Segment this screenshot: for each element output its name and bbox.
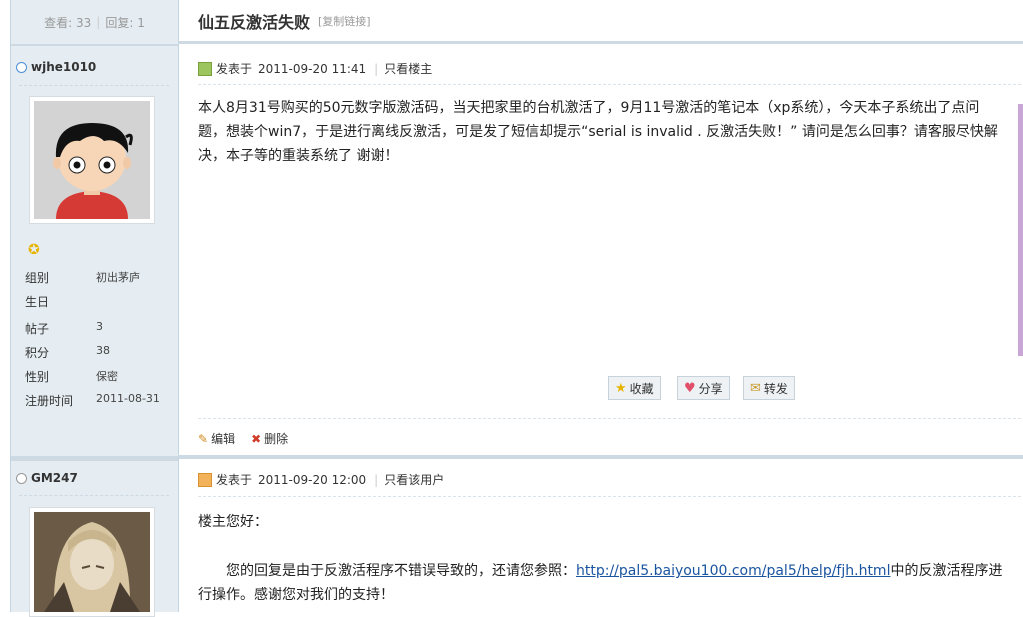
thread-header: 仙五反激活失败 [复制链接] <box>178 0 1023 44</box>
post2-meta: 发表于 2011-09-20 12:00 | 只看该用户 <box>198 471 444 488</box>
copy-link-button[interactable]: [复制链接] <box>318 13 371 29</box>
forward-button[interactable]: ✉ 转发 <box>743 376 795 400</box>
view-count: 查看: 33 <box>44 15 92 30</box>
post2-author[interactable]: GM247 <box>16 471 78 485</box>
side-banner-strip <box>1018 104 1023 356</box>
online-status-icon <box>16 61 27 73</box>
favorite-button[interactable]: ★ 收藏 <box>608 376 661 400</box>
delete-button[interactable]: ✖ 删除 <box>251 430 288 447</box>
delete-label: 删除 <box>264 432 289 446</box>
post-divider <box>198 418 1021 419</box>
post1-avatar[interactable] <box>29 96 155 224</box>
profile-label: 生日 <box>25 295 50 309</box>
edit-label: 编辑 <box>211 432 236 446</box>
posted-label: 发表于 <box>216 62 253 76</box>
profile-value: 2011-08-31 <box>96 392 160 405</box>
share-button[interactable]: ♥ 分享 <box>677 376 730 400</box>
profile-row-points: 积分 38 <box>25 344 110 361</box>
favorite-label: 收藏 <box>629 381 654 396</box>
only-op-link[interactable]: 只看楼主 <box>384 60 432 77</box>
profile-row-group: 组别 初出茅庐 <box>25 269 140 286</box>
share-heart-icon: ♥ <box>684 380 696 396</box>
meta-separator: | <box>374 472 379 487</box>
post-icon <box>198 472 212 487</box>
author-divider <box>19 85 169 86</box>
posted-label: 发表于 <box>216 473 253 487</box>
profile-label: 注册时间 <box>25 394 74 408</box>
profile-value[interactable]: 初出茅庐 <box>96 269 140 286</box>
avatar-anime-image <box>34 512 150 612</box>
profile-row-gender: 性别 保密 <box>25 368 118 385</box>
forward-mail-icon: ✉ <box>750 380 761 396</box>
profile-label: 组别 <box>25 271 50 285</box>
stats-separator: | <box>96 15 101 29</box>
post1-body: 本人8月31号购买的50元数字版激活码，当天把家里的台机激活了，9月11号激活的… <box>198 100 998 164</box>
author-divider <box>19 495 169 496</box>
edit-button[interactable]: ✎ 编辑 <box>198 430 235 447</box>
profile-row-regdate: 注册时间 2011-08-31 <box>25 392 160 409</box>
post-separator <box>11 456 178 461</box>
post-divider <box>198 496 1021 497</box>
reply-count: 回复: 1 <box>105 15 145 30</box>
profile-label: 积分 <box>25 346 50 360</box>
help-link[interactable]: http://pal5.baiyou100.com/pal5/help/fjh.… <box>576 563 890 579</box>
post1-meta: 发表于 2011-09-20 11:41 | 只看楼主 <box>198 60 432 77</box>
profile-row-birthday: 生日 <box>25 293 96 310</box>
post1-author[interactable]: wjhe1010 <box>16 60 96 74</box>
thread-stats: 查看: 33 | 回复: 1 <box>11 0 178 44</box>
post1-edit-bar: ✎ 编辑 ✖ 删除 <box>198 430 304 447</box>
share-label: 分享 <box>698 381 723 396</box>
favorite-star-icon: ★ <box>615 380 627 396</box>
delete-x-icon: ✖ <box>251 431 262 446</box>
post-icon <box>198 61 212 76</box>
profile-value: 38 <box>96 344 110 357</box>
star-icon: ✪ <box>28 242 40 258</box>
post2-body-pre: 您的回复是由于反激活程序不错误导致的，还请您参照： <box>226 563 576 579</box>
forward-label: 转发 <box>763 381 788 396</box>
avatar-cartoon-image <box>34 101 150 219</box>
author-sidebar: 查看: 33 | 回复: 1 wjhe1010 ✪ 组别 初出茅庐 生日 帖子 … <box>10 0 179 617</box>
post2-author-name[interactable]: GM247 <box>31 471 78 485</box>
meta-separator: | <box>374 61 379 76</box>
thread-title: 仙五反激活失败 <box>198 12 311 32</box>
profile-label: 性别 <box>25 370 50 384</box>
profile-value: 保密 <box>96 370 118 383</box>
sidebar-divider <box>11 44 178 46</box>
post-divider <box>198 84 1021 85</box>
post2-greeting: 楼主您好： <box>198 514 268 530</box>
thread-page: 查看: 33 | 回复: 1 wjhe1010 ✪ 组别 初出茅庐 生日 帖子 … <box>0 0 1023 617</box>
only-user-link[interactable]: 只看该用户 <box>384 471 444 488</box>
profile-label: 帖子 <box>25 322 50 336</box>
thread-main: 仙五反激活失败 [复制链接] 发表于 2011-09-20 11:41 | 只看… <box>178 0 1023 612</box>
post-time: 2011-09-20 11:41 <box>258 61 367 76</box>
edit-pencil-icon: ✎ <box>198 431 209 446</box>
post2-body: 您的回复是由于反激活程序不错误导致的，还请您参照：http://pal5.bai… <box>198 559 1003 607</box>
post-separator <box>178 455 1023 459</box>
profile-row-posts: 帖子 3 <box>25 320 103 337</box>
profile-value[interactable]: 3 <box>96 320 103 337</box>
post-time: 2011-09-20 12:00 <box>258 472 367 487</box>
offline-status-icon <box>16 472 27 484</box>
post2-avatar[interactable] <box>29 507 155 617</box>
post1-author-name[interactable]: wjhe1010 <box>31 60 96 74</box>
